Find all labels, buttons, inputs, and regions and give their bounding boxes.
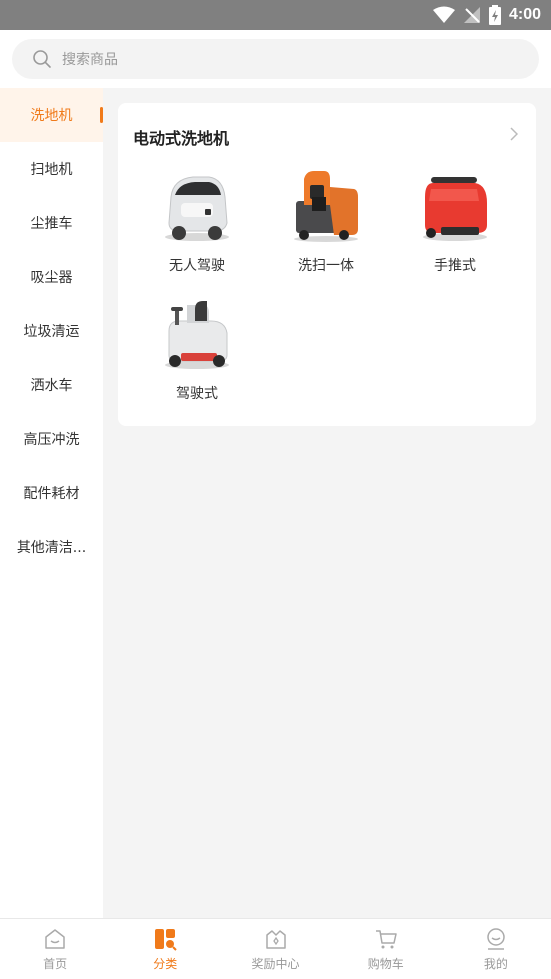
sidebar-item-label: 洗地机 <box>30 108 73 124</box>
chevron-right-icon[interactable] <box>510 127 518 141</box>
product-label: 驾驶式 <box>176 386 218 402</box>
status-icons: 4:00 <box>432 4 541 26</box>
sidebar-item-label: 扫地机 <box>30 162 73 178</box>
sidebar-item-label: 垃圾清运 <box>23 324 80 340</box>
sweeper-scrubber-image <box>294 171 358 242</box>
product-label: 手推式 <box>434 258 476 274</box>
status-time: 4:00 <box>508 6 541 23</box>
product-item[interactable]: 手推式 <box>390 167 520 275</box>
tab-label: 首页 <box>43 957 68 971</box>
sidebar-item-vacuum[interactable]: 吸尘器 <box>0 250 103 304</box>
ride-on-scrubber-image <box>165 301 229 369</box>
sidebar-item-dust-mop-cart[interactable]: 尘推车 <box>0 196 103 250</box>
search-placeholder: 搜索商品 <box>62 52 118 68</box>
sidebar-item-scrubber[interactable]: 洗地机 <box>0 88 103 142</box>
tab-category[interactable]: 分类 <box>110 919 220 979</box>
sidebar-item-sprinkler-truck[interactable]: 洒水车 <box>0 358 103 412</box>
search-icon <box>33 50 51 68</box>
tab-home[interactable]: 首页 <box>0 919 110 979</box>
sidebar-item-label: 尘推车 <box>30 216 73 232</box>
tab-label: 分类 <box>153 957 178 971</box>
sidebar-item-label: 高压冲洗 <box>23 432 80 448</box>
product-item[interactable]: 驾驶式 <box>132 295 262 403</box>
sidebar-item-sweeper[interactable]: 扫地机 <box>0 142 103 196</box>
status-bar: 4:00 <box>0 0 551 30</box>
tab-cart[interactable]: 购物车 <box>331 919 441 979</box>
sidebar-item-label: 洒水车 <box>30 378 73 394</box>
sidebar-item-pressure-washer[interactable]: 高压冲洗 <box>0 412 103 466</box>
walk-behind-scrubber-image <box>423 177 487 241</box>
profile-icon <box>487 928 505 950</box>
bottom-tab-bar: 首页 分类 奖励中心 购物车 我的 <box>0 918 551 979</box>
search-input[interactable]: 搜索商品 <box>12 39 539 79</box>
cart-icon <box>375 930 397 949</box>
product-label: 无人驾驶 <box>169 258 225 274</box>
home-icon <box>45 929 65 949</box>
search-bar: 搜索商品 <box>0 30 551 88</box>
category-content: 电动式洗地机 无人驾驶 洗扫一体 手推式 驾驶式 <box>103 88 551 918</box>
category-title: 电动式洗地机 <box>133 129 230 148</box>
category-icon <box>155 929 178 951</box>
tab-label: 奖励中心 <box>251 957 300 971</box>
wifi-icon <box>432 6 455 23</box>
sidebar-item-label: 其他清洁... <box>16 540 87 556</box>
sidebar-item-garbage-transport[interactable]: 垃圾清运 <box>0 304 103 358</box>
sidebar-item-other[interactable]: 其他清洁... <box>0 520 103 574</box>
category-card: 电动式洗地机 无人驾驶 洗扫一体 手推式 驾驶式 <box>118 103 536 426</box>
product-item[interactable]: 无人驾驶 <box>132 167 262 275</box>
tab-label: 我的 <box>483 957 508 971</box>
tab-label: 购物车 <box>367 957 404 971</box>
sidebar-item-label: 吸尘器 <box>30 270 73 286</box>
autonomous-scrubber-image <box>165 176 229 241</box>
product-item[interactable]: 洗扫一体 <box>261 167 391 275</box>
battery-icon <box>488 5 501 25</box>
sidebar-item-label: 配件耗材 <box>23 486 80 502</box>
tab-profile[interactable]: 我的 <box>441 919 551 979</box>
tab-rewards[interactable]: 奖励中心 <box>220 919 330 979</box>
sidebar-item-accessories[interactable]: 配件耗材 <box>0 466 103 520</box>
product-label: 洗扫一体 <box>298 258 354 274</box>
no-signal-icon <box>463 7 480 23</box>
reward-icon <box>265 930 286 949</box>
category-sidebar: 洗地机 扫地机 尘推车 吸尘器 垃圾清运 洒水车 高压冲洗 配件耗材 其他清洁.… <box>0 88 103 918</box>
